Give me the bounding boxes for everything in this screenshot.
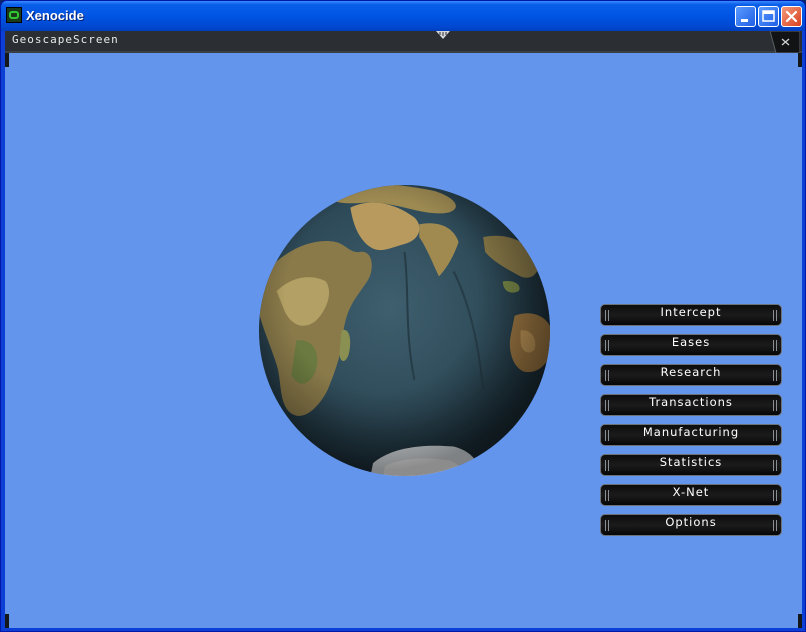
bases-label: Eases	[671, 335, 711, 349]
bases-button[interactable]: Eases	[600, 334, 782, 356]
window-titlebar[interactable]: Xenocide	[1, 1, 805, 31]
earth-globe-icon[interactable]	[257, 183, 552, 478]
research-label: Research	[660, 365, 722, 379]
frame-corner-top-right	[798, 53, 802, 67]
manufacturing-button[interactable]: Manufacturing	[600, 424, 782, 446]
minimize-icon	[741, 19, 748, 22]
window-title: Xenocide	[26, 8, 84, 23]
frame-corner-bottom-left	[5, 614, 9, 628]
research-button[interactable]: Research	[600, 364, 782, 386]
transactions-button[interactable]: Transactions	[600, 394, 782, 416]
maximize-icon	[762, 10, 775, 22]
options-button[interactable]: Options	[600, 514, 782, 536]
statistics-label: Statistics	[659, 455, 723, 469]
intercept-button[interactable]: Intercept	[600, 304, 782, 326]
options-label: Options	[665, 515, 717, 529]
geoscape-title: GeoscapeScreen	[12, 33, 119, 46]
drag-grip-icon[interactable]	[435, 31, 451, 40]
statistics-button[interactable]: Statistics	[600, 454, 782, 476]
app-icon[interactable]	[6, 7, 22, 23]
geoscape-close-button[interactable]	[770, 31, 800, 53]
minimize-button[interactable]	[735, 6, 756, 27]
geoscape-menu: Intercept Eases Research Transactions Ma	[600, 304, 782, 544]
close-button[interactable]	[781, 6, 802, 27]
frame-corner-top-left	[5, 53, 9, 67]
geoscape-screen: GeoscapeScreen Intercept Eases Research …	[5, 31, 802, 628]
transactions-label: Transactions	[649, 395, 733, 409]
frame-corner-bottom-right	[798, 614, 802, 628]
intercept-label: Intercept	[660, 305, 722, 319]
maximize-button[interactable]	[758, 6, 779, 27]
xnet-button[interactable]: X-Net	[600, 484, 782, 506]
xnet-label: X-Net	[672, 485, 710, 499]
close-icon	[785, 10, 798, 23]
geoscape-titlebar[interactable]: GeoscapeScreen	[5, 31, 802, 53]
manufacturing-label: Manufacturing	[642, 425, 740, 439]
app-window: Xenocide GeoscapeScreen Intercept Eases …	[0, 0, 806, 632]
